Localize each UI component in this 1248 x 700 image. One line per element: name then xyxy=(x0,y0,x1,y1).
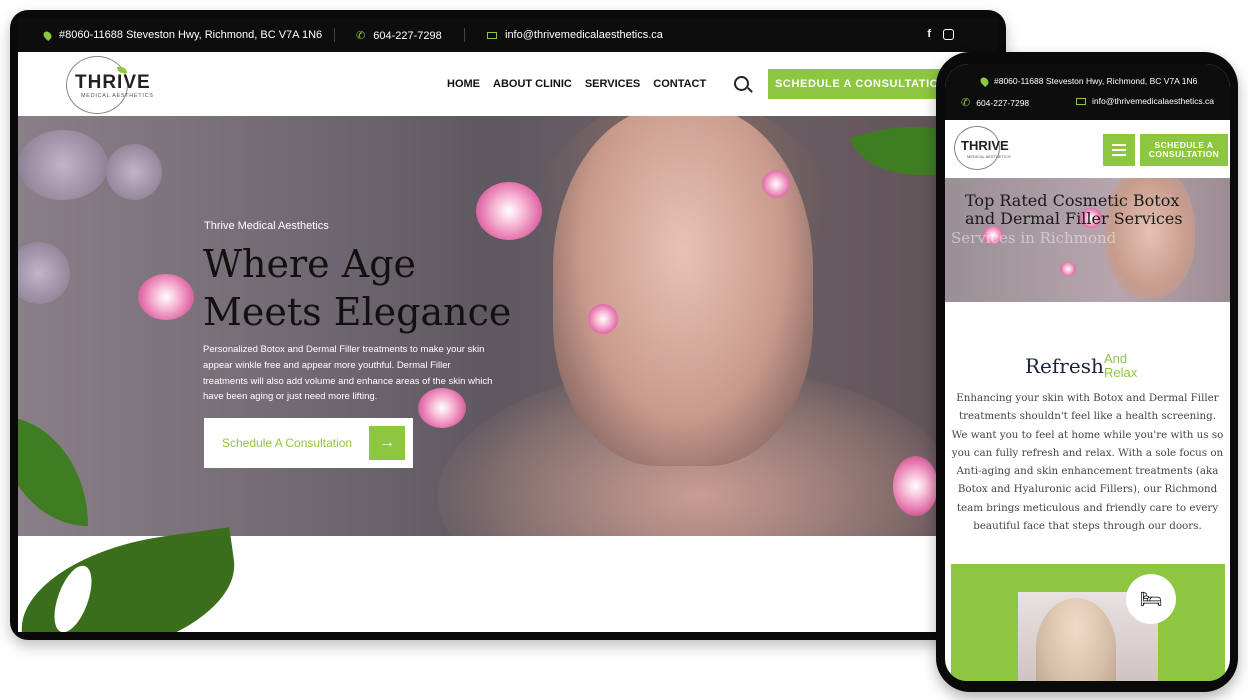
hero-consultation-button[interactable]: Schedule A Consultation → xyxy=(204,418,413,468)
mobile-hero: Top Rated Cosmetic Botox and Dermal Fill… xyxy=(945,178,1230,302)
instagram-icon[interactable] xyxy=(943,29,954,40)
mobile-email-item[interactable]: info@thrivemedicalaesthetics.ca xyxy=(1076,96,1214,106)
hero-title-line1: Where Age xyxy=(203,242,417,286)
mobile-topbar: #8060-11688 Steveston Hwy, Richmond, BC … xyxy=(945,64,1230,120)
refresh-heading: Refresh xyxy=(1025,354,1104,378)
candle-decoration xyxy=(106,144,162,200)
menu-bar xyxy=(1112,154,1126,156)
mobile-cta-line2: CONSULTATION xyxy=(1148,149,1220,159)
mobile-hero-title: Top Rated Cosmetic Botox and Dermal Fill… xyxy=(965,191,1183,228)
model-portrait xyxy=(1036,598,1116,681)
menu-bar xyxy=(1112,149,1126,151)
flower-decoration xyxy=(893,456,938,516)
accent-line1: And xyxy=(1104,351,1128,366)
arrow-right-icon: → xyxy=(369,426,405,460)
hamburger-menu-icon[interactable] xyxy=(1103,134,1135,166)
mobile-phone-item[interactable]: ✆ 604-227-7298 xyxy=(961,96,1029,109)
logo-wordmark: THRIVE xyxy=(75,72,151,93)
location-pin-icon xyxy=(978,75,991,87)
nav-services[interactable]: SERVICES xyxy=(585,78,640,90)
hero-button-label: Schedule A Consultation xyxy=(222,436,353,450)
logo-subtitle: MEDICAL AESTHETICS xyxy=(967,154,1011,159)
candle-decoration xyxy=(18,242,70,304)
phone-item[interactable]: ✆ 604-227-7298 xyxy=(356,29,442,43)
mobile-email-text[interactable]: info@thrivemedicalaesthetics.ca xyxy=(1092,96,1214,106)
hero-title: Where Age Meets Elegance xyxy=(203,240,511,336)
desktop-screen: #8060-11688 Steveston Hwy, Richmond, BC … xyxy=(18,18,998,632)
hero-section: Thrive Medical Aesthetics Where Age Meet… xyxy=(18,116,998,536)
email-text[interactable]: info@thrivemedicalaesthetics.ca xyxy=(505,29,663,41)
address-item: #8060-11688 Steveston Hwy, Richmond, BC … xyxy=(41,29,323,41)
candle-decoration xyxy=(18,130,108,200)
mobile-screen: #8060-11688 Steveston Hwy, Richmond, BC … xyxy=(945,64,1230,681)
mail-icon xyxy=(487,31,497,39)
logo-wordmark: THRIVE xyxy=(961,138,1009,153)
hero-eyebrow: Thrive Medical Aesthetics xyxy=(204,220,329,232)
desktop-navbar: THRIVE MEDICAL AESTHETICS HOME ABOUT CLI… xyxy=(18,52,998,116)
nav-home[interactable]: HOME xyxy=(447,78,480,90)
leaf-decoration xyxy=(18,416,88,526)
email-item[interactable]: info@thrivemedicalaesthetics.ca xyxy=(487,29,663,41)
divider xyxy=(464,28,465,42)
brand-logo[interactable]: THRIVE MEDICAL AESTHETICS xyxy=(66,56,153,114)
facebook-icon[interactable]: f xyxy=(927,28,931,40)
logo-subtitle: MEDICAL AESTHETICS xyxy=(81,93,154,99)
mobile-navbar: THRIVE MEDICAL AESTHETICS SCHEDULE A CON… xyxy=(945,122,1230,178)
mobile-brand-logo[interactable]: THRIVE MEDICAL AESTHETICS xyxy=(954,126,1011,170)
refresh-body-text: Enhancing your skin with Botox and Derma… xyxy=(951,392,1224,533)
phone-text[interactable]: 604-227-7298 xyxy=(373,30,442,42)
mobile-address-text: #8060-11688 Steveston Hwy, Richmond, BC … xyxy=(994,76,1198,86)
social-links: f xyxy=(927,28,954,40)
mobile-phone-text[interactable]: 604-227-7298 xyxy=(976,98,1029,108)
flower-decoration xyxy=(476,182,542,240)
nav-contact[interactable]: CONTACT xyxy=(653,78,706,90)
desktop-topbar: #8060-11688 Steveston Hwy, Richmond, BC … xyxy=(18,18,998,52)
model-face-image xyxy=(553,116,813,466)
flower-decoration xyxy=(138,274,194,320)
desktop-device-frame: #8060-11688 Steveston Hwy, Richmond, BC … xyxy=(10,10,1006,640)
massage-bed-icon: 🛏 xyxy=(1126,574,1176,624)
menu-bar xyxy=(1112,144,1126,146)
address-text: #8060-11688 Steveston Hwy, Richmond, BC … xyxy=(59,29,323,41)
flower-decoration xyxy=(588,304,618,334)
and-relax-accent: And Relax xyxy=(1104,352,1137,380)
hero-paragraph: Personalized Botox and Dermal Filler tre… xyxy=(203,344,493,403)
monstera-leaf-decoration xyxy=(18,527,245,632)
green-feature-panel: 🛏 xyxy=(951,564,1225,681)
hero-title-line2: Meets Elegance xyxy=(203,290,512,334)
flower-decoration xyxy=(762,170,790,198)
below-hero-section xyxy=(18,527,998,632)
phone-icon: ✆ xyxy=(356,30,366,42)
main-menu: HOME ABOUT CLINIC SERVICES CONTACT xyxy=(447,78,706,90)
accent-line2: Relax xyxy=(1104,365,1138,380)
location-pin-icon xyxy=(41,29,54,41)
search-icon[interactable] xyxy=(734,76,749,91)
mobile-device-frame: #8060-11688 Steveston Hwy, Richmond, BC … xyxy=(936,52,1238,692)
mobile-hero-subtitle: Services in Richmond xyxy=(951,229,1117,247)
divider xyxy=(334,28,335,42)
flower-decoration xyxy=(1060,262,1076,276)
mail-icon xyxy=(1076,97,1086,105)
mobile-schedule-button[interactable]: SCHEDULE A CONSULTATION xyxy=(1140,134,1228,166)
phone-icon: ✆ xyxy=(961,97,971,109)
mobile-address-item: #8060-11688 Steveston Hwy, Richmond, BC … xyxy=(978,75,1198,87)
nav-about-clinic[interactable]: ABOUT CLINIC xyxy=(493,78,572,90)
